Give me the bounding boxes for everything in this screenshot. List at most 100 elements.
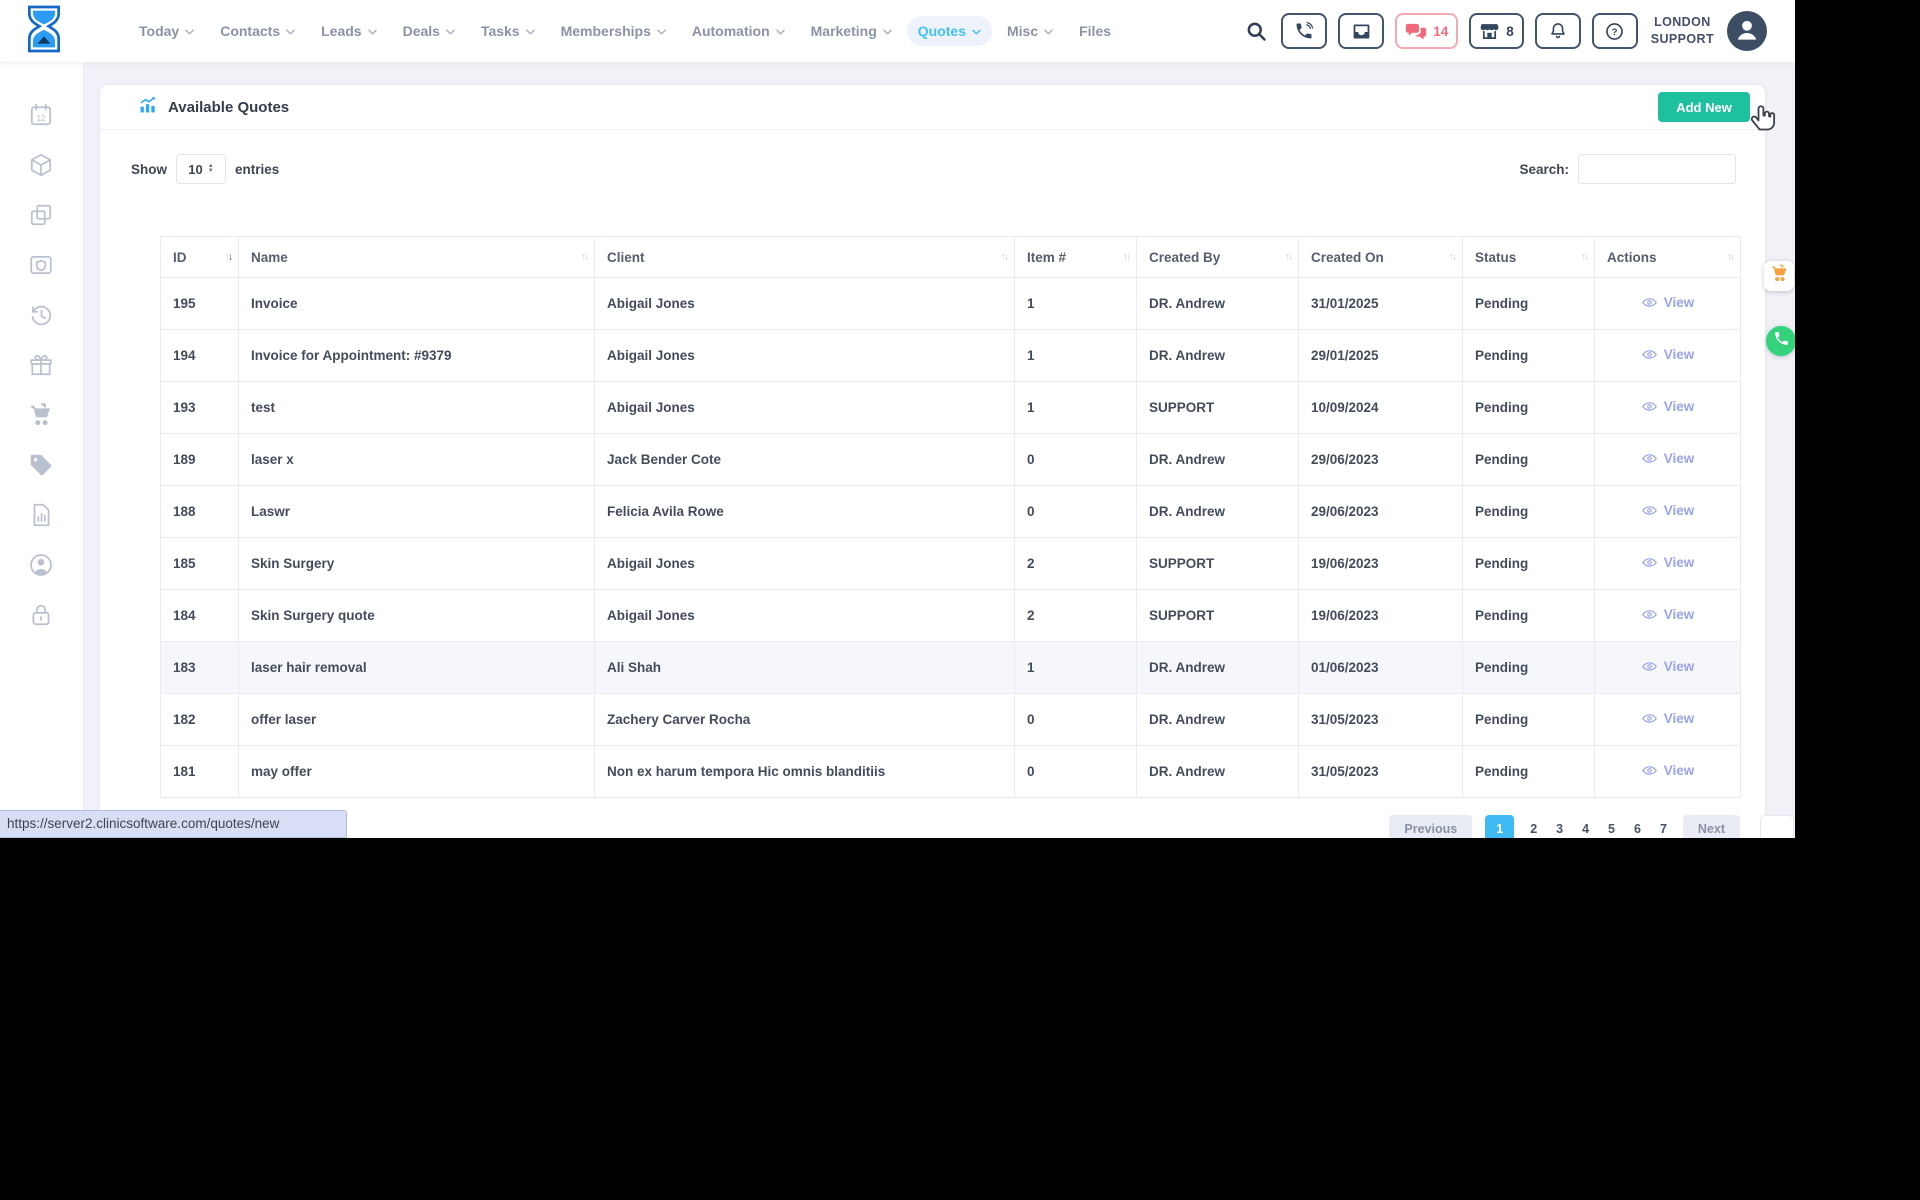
nav-item-contacts[interactable]: Contacts <box>209 16 306 46</box>
sidebar-cart-icon[interactable] <box>28 402 54 428</box>
cell-name: may offer <box>239 746 595 798</box>
chat-button[interactable]: 14 <box>1395 13 1458 49</box>
cell-created-by: DR. Andrew <box>1137 486 1299 538</box>
sort-arrows-icon: ↑↓ <box>1001 251 1008 263</box>
column-header-client[interactable]: Client↑↓ <box>595 237 1015 278</box>
search-label: Search: <box>1519 162 1569 177</box>
nav-item-leads[interactable]: Leads <box>310 16 387 46</box>
cell-id: 193 <box>161 382 239 434</box>
column-header-created-by[interactable]: Created By↑↓ <box>1137 237 1299 278</box>
cell-item-count: 0 <box>1015 746 1137 798</box>
column-header-created-on[interactable]: Created On↑↓ <box>1299 237 1463 278</box>
pagination-page-6[interactable]: 6 <box>1631 815 1644 838</box>
chevron-down-icon <box>286 29 295 35</box>
chevron-down-icon <box>185 29 194 35</box>
table-header-row: ID↑↓Name↑↓Client↑↓Item #↑↓Created By↑↓Cr… <box>161 237 1741 278</box>
phone-button[interactable] <box>1281 13 1327 49</box>
sidebar-calendar-icon[interactable]: 12 <box>28 102 54 128</box>
sidebar-copy-icon[interactable] <box>28 202 54 228</box>
help-button[interactable]: ? <box>1592 13 1638 49</box>
floating-cart-button[interactable] <box>1764 261 1794 291</box>
cell-client: Non ex harum tempora Hic omnis blanditii… <box>595 746 1015 798</box>
sidebar-history-icon[interactable] <box>28 302 54 328</box>
nav-item-tasks[interactable]: Tasks <box>470 16 546 46</box>
sidebar-gift-icon[interactable] <box>28 352 54 378</box>
page-size-select[interactable]: 10 ▲▼ <box>176 154 226 184</box>
cell-created-by: DR. Andrew <box>1137 694 1299 746</box>
cell-created-by: DR. Andrew <box>1137 642 1299 694</box>
view-link[interactable]: View <box>1641 502 1695 519</box>
sidebar-report-icon[interactable] <box>28 502 54 528</box>
app-logo-hourglass-icon[interactable] <box>22 5 66 58</box>
table-row: 182 offer laser Zachery Carver Rocha 0 D… <box>161 694 1741 746</box>
chevron-down-icon <box>657 29 666 35</box>
table-row: 184 Skin Surgery quote Abigail Jones 2 S… <box>161 590 1741 642</box>
cell-name: test <box>239 382 595 434</box>
column-header-name[interactable]: Name↑↓ <box>239 237 595 278</box>
column-header-status[interactable]: Status↑↓ <box>1463 237 1595 278</box>
sidebar-package-icon[interactable] <box>28 152 54 178</box>
view-link[interactable]: View <box>1641 554 1695 571</box>
pagination-page-1[interactable]: 1 <box>1485 815 1514 838</box>
cell-created-by: DR. Andrew <box>1137 330 1299 382</box>
show-label: Show <box>131 162 167 177</box>
view-link[interactable]: View <box>1641 762 1695 779</box>
sidebar-lock-icon[interactable] <box>28 602 54 628</box>
nav-item-automation[interactable]: Automation <box>681 16 796 46</box>
pagination-page-7[interactable]: 7 <box>1657 815 1670 838</box>
cell-created-on: 31/01/2025 <box>1299 278 1463 330</box>
cell-actions: View <box>1595 486 1741 538</box>
view-link[interactable]: View <box>1641 294 1695 311</box>
cell-actions: View <box>1595 746 1741 798</box>
column-header-id[interactable]: ID↑↓ <box>161 237 239 278</box>
cell-name: laser hair removal <box>239 642 595 694</box>
quotes-table: ID↑↓Name↑↓Client↑↓Item #↑↓Created By↑↓Cr… <box>160 236 1741 798</box>
search-icon[interactable] <box>1245 20 1268 43</box>
avatar[interactable] <box>1727 11 1767 51</box>
corner-button[interactable] <box>1760 815 1794 838</box>
pagination-next[interactable]: Next <box>1683 815 1740 838</box>
floating-phone-button[interactable] <box>1766 326 1795 356</box>
notifications-button[interactable] <box>1535 13 1581 49</box>
page-title: Available Quotes <box>168 99 289 116</box>
view-link[interactable]: View <box>1641 606 1695 623</box>
search-control: Search: <box>1519 154 1736 184</box>
cell-client: Abigail Jones <box>595 538 1015 590</box>
cell-created-on: 31/05/2023 <box>1299 746 1463 798</box>
cell-item-count: 0 <box>1015 434 1137 486</box>
nav-item-quotes[interactable]: Quotes <box>907 16 992 46</box>
pagination-previous[interactable]: Previous <box>1389 815 1472 838</box>
search-input[interactable] <box>1578 154 1736 184</box>
table-row: 189 laser x Jack Bender Cote 0 DR. Andre… <box>161 434 1741 486</box>
main-nav: TodayContactsLeadsDealsTasksMembershipsA… <box>128 0 1122 62</box>
cell-client: Felicia Avila Rowe <box>595 486 1015 538</box>
cell-item-count: 1 <box>1015 382 1137 434</box>
view-link[interactable]: View <box>1641 710 1695 727</box>
nav-item-marketing[interactable]: Marketing <box>800 16 903 46</box>
view-link[interactable]: View <box>1641 346 1695 363</box>
column-header-actions[interactable]: Actions↑↓ <box>1595 237 1741 278</box>
view-link[interactable]: View <box>1641 658 1695 675</box>
cell-status: Pending <box>1463 694 1595 746</box>
view-link[interactable]: View <box>1641 450 1695 467</box>
nav-item-misc[interactable]: Misc <box>996 16 1064 46</box>
nav-item-memberships[interactable]: Memberships <box>550 16 677 46</box>
cell-actions: View <box>1595 278 1741 330</box>
nav-item-deals[interactable]: Deals <box>392 16 466 46</box>
pagination-page-2[interactable]: 2 <box>1527 815 1540 838</box>
pagination-page-4[interactable]: 4 <box>1579 815 1592 838</box>
store-button[interactable]: 8 <box>1469 13 1524 49</box>
view-link[interactable]: View <box>1641 398 1695 415</box>
pagination-page-5[interactable]: 5 <box>1605 815 1618 838</box>
sidebar-tags-icon[interactable] <box>28 452 54 478</box>
cell-name: Invoice for Appointment: #9379 <box>239 330 595 382</box>
pagination-page-3[interactable]: 3 <box>1553 815 1566 838</box>
nav-item-today[interactable]: Today <box>128 16 205 46</box>
nav-item-files[interactable]: Files <box>1068 16 1122 46</box>
add-new-button[interactable]: Add New <box>1658 92 1750 122</box>
inbox-button[interactable] <box>1338 13 1384 49</box>
column-header-item-[interactable]: Item #↑↓ <box>1015 237 1137 278</box>
sidebar-account-icon[interactable] <box>28 552 54 578</box>
table-row: 185 Skin Surgery Abigail Jones 2 SUPPORT… <box>161 538 1741 590</box>
sidebar-membership-icon[interactable] <box>28 252 54 278</box>
